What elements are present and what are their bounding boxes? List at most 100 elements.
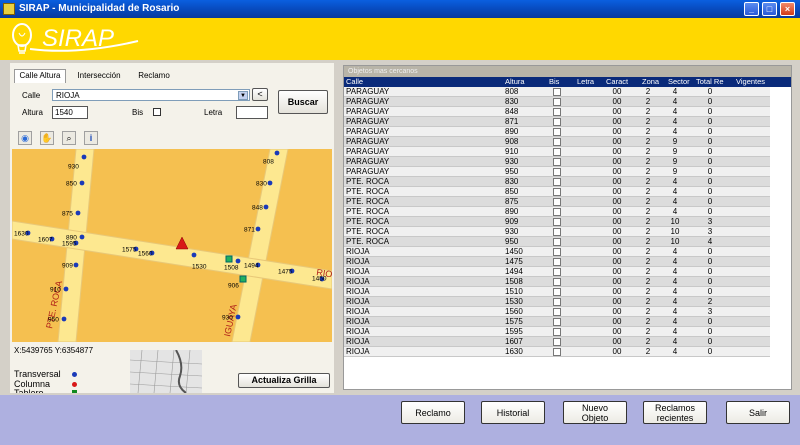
bis-checkbox-cell[interactable] [553,278,561,286]
overview-minimap[interactable] [130,350,202,393]
grid-column-header[interactable]: Caract [606,77,628,87]
table-row[interactable]: PARAGUAY 848 00 2 4 0 [344,107,770,117]
bis-checkbox-cell[interactable] [553,328,561,336]
salir-button[interactable]: Salir [726,401,790,424]
table-row[interactable]: PARAGUAY 908 00 2 9 0 [344,137,770,147]
transversal-marker[interactable] [235,258,241,264]
transversal-marker[interactable] [267,180,273,186]
table-row[interactable]: PTE. ROCA 830 00 2 4 0 [344,177,770,187]
close-button[interactable]: × [780,2,795,16]
globe-icon[interactable]: ◉ [18,131,32,145]
title-bar[interactable]: SIRAP - Municipalidad de Rosario _ □ × [0,0,800,18]
info-icon[interactable]: i [84,131,98,145]
bis-checkbox-cell[interactable] [553,188,561,196]
bis-checkbox-cell[interactable] [553,158,561,166]
actualiza-grilla-button[interactable]: Actualiza Grilla [238,373,330,388]
table-row[interactable]: PARAGUAY 890 00 2 4 0 [344,127,770,137]
tab-calle-altura[interactable]: Calle Altura [14,69,66,83]
bis-checkbox-cell[interactable] [553,228,561,236]
table-row[interactable]: RIOJA 1530 00 2 4 2 [344,297,770,307]
grid-column-header[interactable]: Total Re [696,77,724,87]
letra-input[interactable] [236,106,268,119]
grid-column-header[interactable]: Sector [668,77,690,87]
chevron-down-icon[interactable]: ▼ [238,91,248,100]
bis-checkbox-cell[interactable] [553,148,561,156]
table-row[interactable]: RIOJA 1510 00 2 4 0 [344,287,770,297]
table-row[interactable]: PTE. ROCA 850 00 2 4 0 [344,187,770,197]
bis-checkbox-cell[interactable] [553,288,561,296]
bis-checkbox-cell[interactable] [553,178,561,186]
table-row[interactable]: RIOJA 1575 00 2 4 0 [344,317,770,327]
transversal-marker[interactable] [79,180,85,186]
table-row[interactable]: PTE. ROCA 890 00 2 4 0 [344,207,770,217]
tab-interseccion[interactable]: Intersección [70,69,128,83]
back-button[interactable]: < [252,88,268,101]
bis-checkbox-cell[interactable] [553,318,561,326]
transversal-marker[interactable] [235,314,241,320]
transversal-marker[interactable] [79,234,85,240]
bis-checkbox-cell[interactable] [553,138,561,146]
transversal-marker[interactable] [191,252,197,258]
table-row[interactable]: RIOJA 1450 00 2 4 0 [344,247,770,257]
table-row[interactable]: RIOJA 1595 00 2 4 0 [344,327,770,337]
transversal-marker[interactable] [263,204,269,210]
buscar-button[interactable]: Buscar [278,90,328,114]
table-row[interactable]: PTE. ROCA 909 00 2 10 3 [344,217,770,227]
transversal-marker[interactable] [61,316,67,322]
table-row[interactable]: PTE. ROCA 930 00 2 10 3 [344,227,770,237]
bis-checkbox-cell[interactable] [553,208,561,216]
bis-checkbox-cell[interactable] [553,258,561,266]
bis-checkbox-cell[interactable] [553,338,561,346]
hand-icon[interactable]: ✋ [40,131,54,145]
bis-checkbox-cell[interactable] [553,128,561,136]
bis-checkbox-cell[interactable] [553,348,561,356]
table-row[interactable]: RIOJA 1475 00 2 4 0 [344,257,770,267]
nuevo-objeto-button[interactable]: Nuevo Objeto [563,401,627,424]
table-row[interactable]: PARAGUAY 930 00 2 9 0 [344,157,770,167]
table-row[interactable]: RIOJA 1494 00 2 4 0 [344,267,770,277]
bis-checkbox-cell[interactable] [553,198,561,206]
table-row[interactable]: PARAGUAY 910 00 2 9 0 [344,147,770,157]
bis-checkbox-cell[interactable] [553,218,561,226]
bis-checkbox-cell[interactable] [553,268,561,276]
transversal-marker[interactable] [274,150,280,156]
tab-reclamo[interactable]: Reclamo [132,69,176,83]
table-row[interactable]: PTE. ROCA 950 00 2 10 4 [344,237,770,247]
grid-column-header[interactable]: Vigentes [736,77,765,87]
bis-checkbox-cell[interactable] [553,118,561,126]
minimize-button[interactable]: _ [744,2,759,16]
reclamo-button[interactable]: Reclamo [401,401,465,424]
table-row[interactable]: PARAGUAY 808 00 2 4 0 [344,87,770,97]
bis-checkbox-cell[interactable] [553,308,561,316]
table-row[interactable]: RIOJA 1560 00 2 4 3 [344,307,770,317]
table-row[interactable]: RIOJA 1630 00 2 4 0 [344,347,770,357]
historial-button[interactable]: Historial [481,401,545,424]
table-row[interactable]: PARAGUAY 830 00 2 4 0 [344,97,770,107]
table-row[interactable]: RIOJA 1607 00 2 4 0 [344,337,770,347]
altura-input[interactable]: 1540 [52,106,88,119]
street-map[interactable]: PTE. ROCA IGUAYA RIO 930 808 850 830 848 875 8… [12,149,332,342]
grid-column-header[interactable]: Zona [642,77,659,87]
table-row[interactable]: PARAGUAY 871 00 2 4 0 [344,117,770,127]
bis-checkbox-cell[interactable] [553,88,561,96]
bis-checkbox-cell[interactable] [553,168,561,176]
bis-checkbox-cell[interactable] [553,238,561,246]
transversal-marker[interactable] [75,210,81,216]
bis-checkbox-cell[interactable] [553,108,561,116]
calle-combobox[interactable]: RIOJA ▼ [52,89,250,101]
bis-checkbox-cell[interactable] [553,248,561,256]
transversal-marker[interactable] [81,154,87,160]
grid-column-header[interactable]: Altura [505,77,525,87]
bis-checkbox-cell[interactable] [553,298,561,306]
table-row[interactable]: RIOJA 1508 00 2 4 0 [344,277,770,287]
transversal-marker[interactable] [73,262,79,268]
maximize-button[interactable]: □ [762,2,777,16]
bis-checkbox[interactable] [153,108,161,116]
bis-checkbox-cell[interactable] [553,98,561,106]
table-row[interactable]: PTE. ROCA 875 00 2 4 0 [344,197,770,207]
grid-column-header[interactable]: Calle [346,77,363,87]
zoom-icon[interactable]: ⌕ [62,131,76,145]
table-row[interactable]: PARAGUAY 950 00 2 9 0 [344,167,770,177]
transversal-marker[interactable] [255,226,261,232]
grid-column-header[interactable]: Letra [577,77,594,87]
